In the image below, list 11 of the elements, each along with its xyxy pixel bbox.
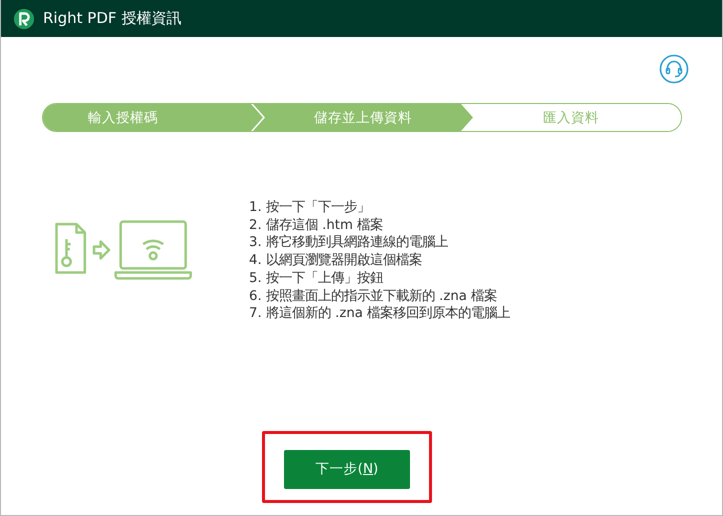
app-logo-icon: [13, 8, 35, 30]
instruction-text: 6. 按照畫面上的指示並下載新的 .zna 檔案: [249, 288, 498, 306]
instruction-text: 2. 儲存這個 .htm 檔案: [249, 216, 384, 234]
window-title: Right PDF 授權資訊: [43, 9, 182, 28]
instruction-text: 7. 將這個新的 .zna 檔案移回到原本的電腦上: [249, 305, 510, 323]
instruction-text: 4. 以網頁瀏覽器開啟這個檔案: [249, 252, 423, 270]
headset-icon[interactable]: [659, 54, 689, 84]
instruction-text: 1. 按一下「下一步」: [249, 199, 371, 217]
instruction-text: 3. 將它移動到具網路連線的電腦上: [249, 234, 449, 252]
instruction-text: 5. 按一下「上傳」按鈕: [249, 270, 384, 288]
next-button[interactable]: 下一步(N): [284, 450, 410, 489]
